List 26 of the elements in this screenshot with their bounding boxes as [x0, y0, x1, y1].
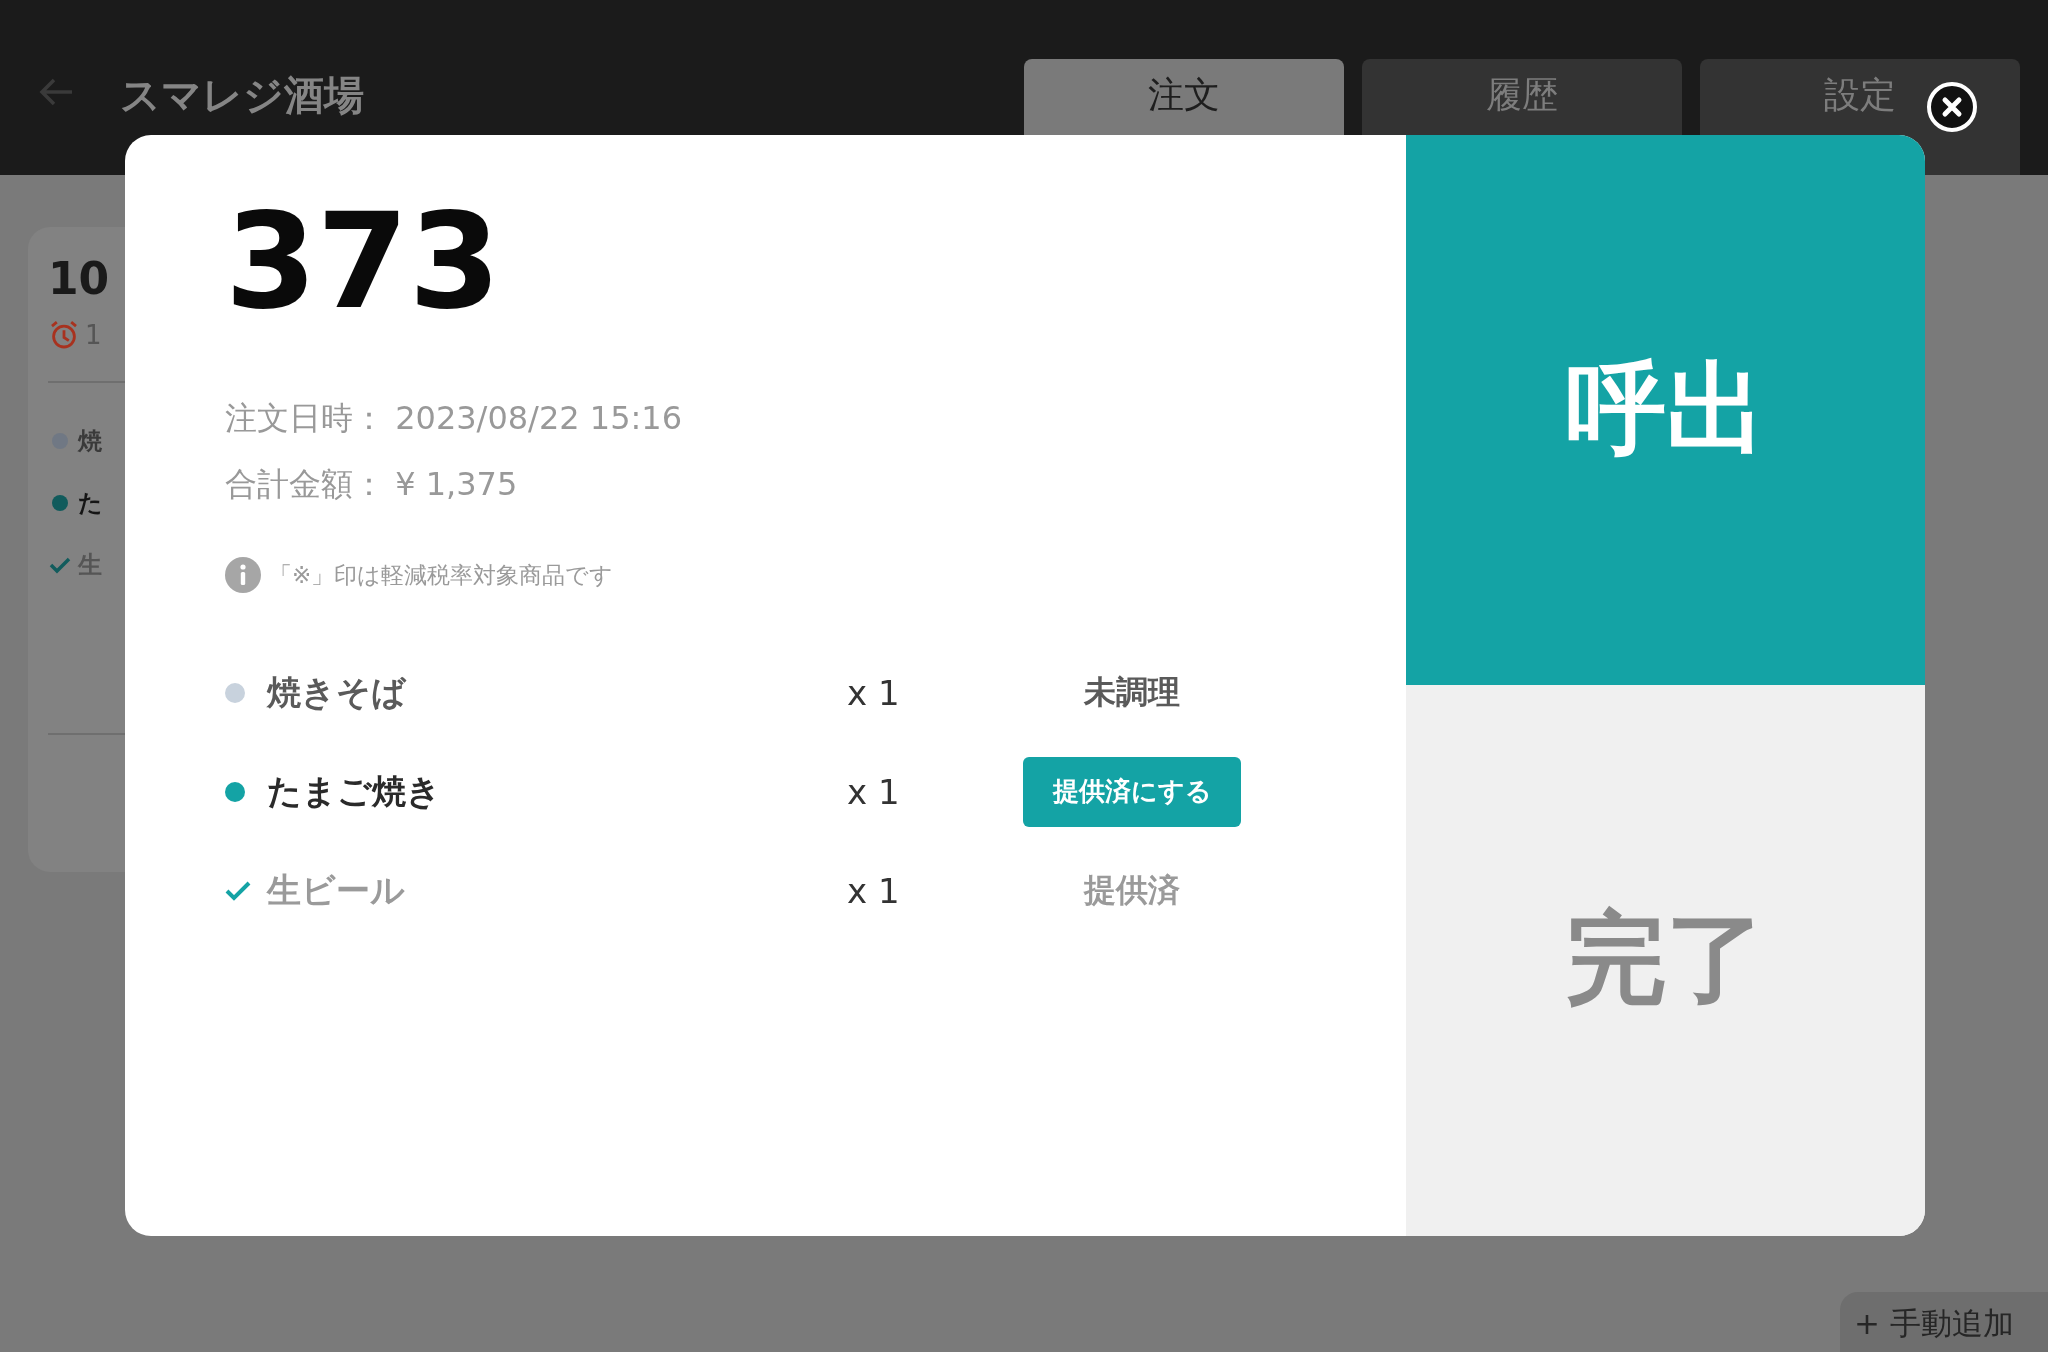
manual-add-button[interactable]: + 手動追加	[1840, 1292, 2048, 1352]
status-dot	[225, 682, 245, 703]
item-quantity: x 1	[847, 870, 901, 911]
item-name: たまご焼き	[267, 769, 442, 813]
item-quantity: x 1	[847, 771, 901, 812]
item-status: 提供済	[1084, 869, 1180, 911]
order-date: 注文日時： 2023/08/22 15:16	[225, 398, 683, 439]
item-status: 未調理	[1084, 671, 1180, 713]
alarm-clock-icon	[48, 319, 80, 351]
call-button[interactable]: 呼出	[1406, 135, 1925, 685]
item-name: 生ビール	[267, 868, 406, 912]
check-icon	[225, 879, 251, 902]
mark-served-button[interactable]: 提供済にする	[1023, 756, 1241, 827]
status-dot	[52, 495, 68, 511]
item-name: 焼きそば	[267, 670, 408, 714]
order-total: 合計金額： ¥ 1,375	[225, 464, 519, 505]
tax-note: 「※」印は軽減税率対象商品です	[269, 560, 614, 590]
item-name: た	[78, 488, 103, 519]
order-number: 10	[48, 257, 111, 301]
item-quantity: x 1	[847, 672, 901, 713]
complete-button[interactable]: 完了	[1406, 685, 1925, 1236]
app-title: スマレジ酒場	[120, 71, 364, 120]
info-icon	[225, 557, 261, 593]
status-dot	[225, 781, 245, 802]
order-number: 373	[225, 195, 502, 327]
item-name: 焼	[78, 426, 102, 457]
